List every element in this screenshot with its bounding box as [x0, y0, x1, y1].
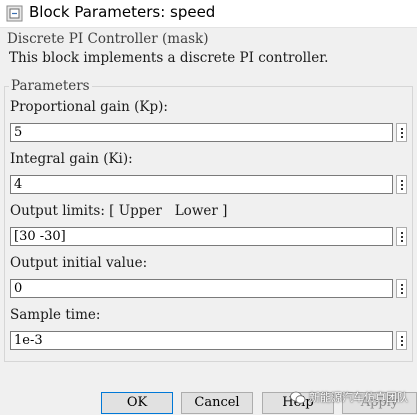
kp-label: Proportional gain (Kp): — [10, 99, 168, 115]
ki-field[interactable] — [10, 175, 393, 194]
output-limits-more-button[interactable] — [396, 227, 407, 246]
mask-group-title: Discrete PI Controller (mask) — [7, 31, 209, 47]
cancel-button[interactable]: Cancel — [181, 392, 253, 414]
ki-label: Integral gain (Ki): — [10, 151, 133, 167]
window-title: Block Parameters: speed — [29, 3, 216, 21]
title-bar: Block Parameters: speed — [0, 0, 417, 28]
ok-button[interactable]: OK — [101, 392, 173, 414]
sample-time-more-button[interactable] — [396, 331, 407, 350]
more-icon — [401, 284, 403, 295]
more-icon — [401, 232, 403, 243]
ki-more-button[interactable] — [396, 175, 407, 194]
mask-description: This block implements a discrete PI cont… — [9, 50, 329, 66]
kp-field[interactable] — [10, 123, 393, 142]
sample-time-label: Sample time: — [10, 307, 101, 323]
more-icon — [401, 180, 403, 191]
output-initial-value-more-button[interactable] — [396, 279, 407, 298]
more-icon — [401, 336, 403, 347]
watermark-text: 新能源汽车仿真团队 — [309, 391, 408, 404]
simulink-block-icon — [6, 5, 23, 22]
output-initial-value-field[interactable] — [10, 279, 393, 298]
watermark: 新能源汽车仿真团队 — [290, 389, 408, 405]
output-initial-value-label: Output initial value: — [10, 255, 148, 271]
wechat-icon — [290, 391, 306, 404]
output-limits-label: Output limits: [ Upper Lower ] — [10, 203, 228, 219]
more-icon — [401, 128, 403, 139]
sample-time-field[interactable] — [10, 331, 393, 350]
output-limits-field[interactable] — [10, 227, 393, 246]
kp-more-button[interactable] — [396, 123, 407, 142]
parameters-group-title: Parameters — [9, 78, 92, 94]
